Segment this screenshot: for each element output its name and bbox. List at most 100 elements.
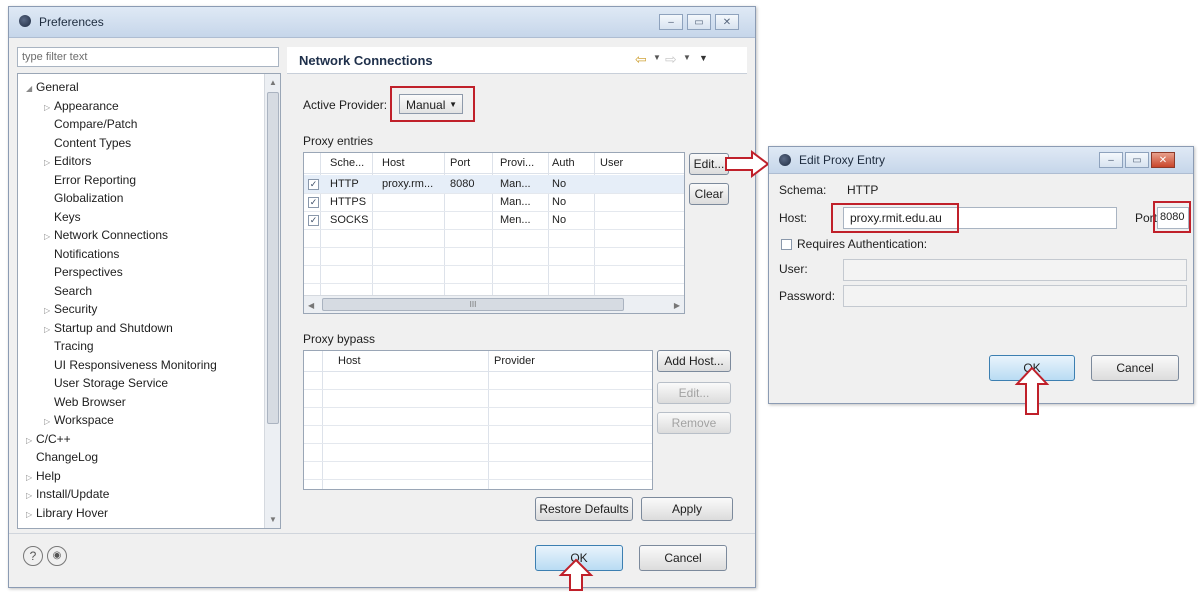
password-input[interactable] [843, 285, 1187, 307]
maximize-button[interactable]: ▭ [687, 14, 711, 30]
tree-item[interactable]: ▷ Help [26, 469, 61, 483]
tree-item[interactable]: User Storage Service [44, 376, 168, 390]
dialog-app-icon [779, 154, 791, 166]
dialog-pointer-arrow-icon [1014, 366, 1050, 415]
close-button[interactable]: ✕ [715, 14, 739, 30]
tree-item[interactable]: ▷ Network Connections [44, 228, 168, 242]
table-row[interactable] [304, 175, 684, 193]
back-arrow-icon[interactable]: ⇦ [635, 51, 647, 68]
entries-column-header[interactable]: Auth [552, 157, 575, 169]
tree-item[interactable]: Error Reporting [44, 173, 136, 187]
apply-button[interactable]: Apply [641, 497, 733, 521]
entry-enabled-checkbox[interactable]: ✓ [308, 197, 319, 208]
import-export-icon[interactable]: ◉ [47, 546, 67, 566]
row-divider [304, 211, 684, 212]
tree-item[interactable]: ChangeLog [26, 450, 98, 464]
tree-item[interactable]: ▷ C/C++ [26, 432, 71, 446]
entries-column-header[interactable]: Sche... [330, 157, 364, 169]
pointer-arrow-icon [558, 558, 594, 591]
entries-column-header[interactable]: User [600, 157, 623, 169]
view-menu-icon[interactable]: ▼ [699, 53, 708, 63]
collapsed-triangle-icon[interactable]: ▷ [44, 232, 54, 241]
preference-tree: ◢ General ▷ Appearance Compare/Patch Content … [17, 73, 281, 529]
add-host-button[interactable]: Add Host... [657, 350, 731, 372]
forward-arrow-icon[interactable]: ⇨ [665, 51, 677, 68]
cancel-button[interactable]: Cancel [639, 545, 727, 571]
edit-entry-button[interactable]: Edit... [689, 153, 729, 175]
tree-item[interactable]: ▷ Editors [44, 154, 91, 168]
back-dropdown-icon[interactable]: ▼ [653, 53, 661, 62]
bypass-column-header[interactable]: Host [338, 355, 361, 367]
host-label: Host: [779, 211, 808, 225]
tree-item[interactable]: ▷ Library Hover [26, 506, 108, 520]
tree-item[interactable]: ▷ Appearance [44, 99, 119, 113]
tree-item[interactable]: Globalization [44, 191, 123, 205]
entry-enabled-checkbox[interactable]: ✓ [308, 179, 319, 190]
tree-item[interactable]: Tracing [44, 339, 94, 353]
scroll-up-icon[interactable]: ▲ [269, 78, 277, 87]
column-divider [488, 351, 489, 489]
scroll-thumb[interactable] [267, 92, 279, 424]
collapsed-triangle-icon[interactable]: ▷ [26, 510, 36, 519]
collapsed-triangle-icon[interactable]: ▷ [26, 491, 36, 500]
host-highlight [831, 203, 959, 233]
collapsed-triangle-icon[interactable]: ▷ [44, 417, 54, 426]
requires-auth-checkbox[interactable] [781, 239, 792, 250]
entries-column-header[interactable]: Port [450, 157, 470, 169]
tree-item-label: Install/Update [36, 487, 110, 501]
tree-item[interactable]: ◢ General [26, 80, 79, 94]
entries-column-header[interactable]: Provi... [500, 157, 534, 169]
dialog-cancel-button[interactable]: Cancel [1091, 355, 1179, 381]
tree-item[interactable]: Keys [44, 210, 81, 224]
tree-item[interactable]: Content Types [44, 136, 131, 150]
user-input[interactable] [843, 259, 1187, 281]
scroll-thumb[interactable]: III [322, 298, 624, 311]
minimize-button[interactable]: – [659, 14, 683, 30]
row-divider [304, 425, 652, 426]
tree-item[interactable]: Search [44, 284, 92, 298]
tree-item[interactable]: Web Browser [44, 395, 126, 409]
tree-item-label: ChangeLog [36, 450, 99, 464]
collapsed-triangle-icon[interactable]: ▷ [44, 103, 54, 112]
restore-defaults-button[interactable]: Restore Defaults [535, 497, 633, 521]
tree-scrollbar[interactable]: ▲ ▼ [264, 74, 280, 528]
filter-input[interactable]: type filter text [17, 47, 279, 67]
tree-item-label: Compare/Patch [54, 117, 138, 131]
dialog-close-button[interactable]: ✕ [1151, 152, 1175, 168]
dialog-minimize-button[interactable]: – [1099, 152, 1123, 168]
tree-item-label: Workspace [54, 413, 114, 427]
collapsed-triangle-icon[interactable]: ▷ [44, 306, 54, 315]
bypass-edit-button[interactable]: Edit... [657, 382, 731, 404]
collapsed-triangle-icon[interactable]: ▷ [44, 158, 54, 167]
tree-item[interactable]: ▷ Install/Update [26, 487, 109, 501]
tree-item-label: Help [36, 468, 61, 483]
collapsed-triangle-icon[interactable]: ▷ [26, 473, 36, 482]
tree-item[interactable]: ▷ Startup and Shutdown [44, 321, 173, 335]
collapsed-triangle-icon[interactable]: ▷ [44, 325, 54, 334]
clear-button[interactable]: Clear [689, 183, 729, 205]
password-label: Password: [779, 289, 836, 303]
tree-item[interactable]: ▷ Security [44, 302, 97, 316]
entries-column-header[interactable]: Host [382, 157, 405, 169]
dialog-maximize-button[interactable]: ▭ [1125, 152, 1149, 168]
active-provider-highlight [390, 86, 475, 122]
app-icon [19, 15, 31, 27]
tree-item[interactable]: Compare/Patch [44, 117, 137, 131]
bypass-column-header[interactable]: Provider [494, 355, 535, 367]
scroll-right-icon[interactable]: ▶ [674, 301, 680, 310]
tree-item[interactable]: ▷ Workspace [44, 413, 114, 427]
forward-dropdown-icon[interactable]: ▼ [683, 53, 691, 62]
tree-item[interactable]: UI Responsiveness Monitoring [44, 358, 217, 372]
help-icon[interactable]: ? [23, 546, 43, 566]
remove-button[interactable]: Remove [657, 412, 731, 434]
entry-enabled-checkbox[interactable]: ✓ [308, 215, 319, 226]
tree-item[interactable]: Perspectives [44, 265, 123, 279]
tree-item[interactable]: Notifications [44, 247, 119, 261]
scroll-down-icon[interactable]: ▼ [269, 515, 277, 524]
scroll-left-icon[interactable]: ◀ [308, 301, 314, 310]
collapsed-triangle-icon[interactable]: ▷ [26, 436, 36, 445]
row-divider [304, 229, 684, 230]
tree-item-label: Tracing [54, 339, 94, 353]
expanded-triangle-icon[interactable]: ◢ [26, 84, 36, 93]
connector-arrow-icon [725, 150, 770, 178]
